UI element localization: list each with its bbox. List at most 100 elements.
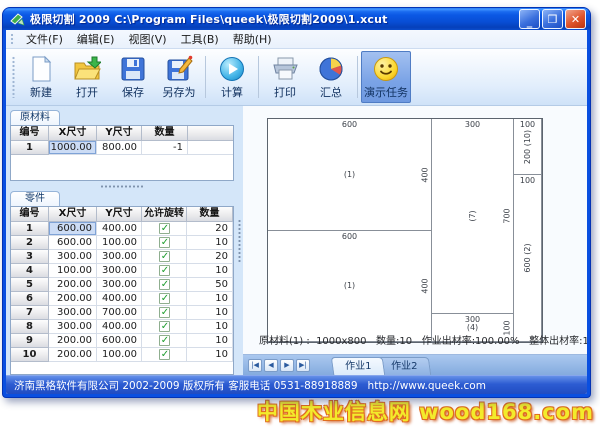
allow-rotate-checkbox[interactable] — [159, 307, 170, 318]
parts-row[interactable]: 9 200.00 600.00 10 — [11, 334, 233, 348]
quantity-cell[interactable]: 10 — [187, 306, 233, 320]
y-size-cell[interactable]: 400.00 — [97, 222, 142, 236]
row-number-cell[interactable]: 3 — [11, 250, 49, 264]
tab-parts[interactable]: 零件 — [10, 191, 60, 206]
allow-rotate-checkbox[interactable] — [159, 223, 170, 234]
tab-job1[interactable]: 作业1 — [331, 357, 386, 375]
column-header[interactable]: 数量 — [187, 207, 233, 222]
allow-rotate-checkbox[interactable] — [159, 279, 170, 290]
x-size-cell[interactable]: 200.00 — [49, 334, 97, 348]
y-size-cell[interactable]: 300.00 — [97, 278, 142, 292]
save-button[interactable]: 保存 — [110, 51, 156, 103]
materials-row[interactable]: 1 1000.00 800.00 -1 — [11, 141, 233, 155]
parts-row[interactable]: 5 200.00 300.00 50 — [11, 278, 233, 292]
toolbar-grip[interactable] — [11, 56, 16, 98]
x-size-cell[interactable]: 200.00 — [49, 278, 97, 292]
row-number-cell[interactable]: 6 — [11, 292, 49, 306]
column-header[interactable]: Y尺寸 — [97, 207, 142, 222]
row-number-cell[interactable]: 8 — [11, 320, 49, 334]
x-size-cell[interactable]: 300.00 — [49, 250, 97, 264]
vertical-splitter[interactable] — [236, 106, 243, 375]
y-size-cell[interactable]: 400.00 — [97, 320, 142, 334]
parts-row[interactable]: 6 200.00 400.00 10 — [11, 292, 233, 306]
x-size-cell[interactable]: 1000.00 — [49, 141, 97, 155]
x-size-cell[interactable]: 100.00 — [49, 264, 97, 278]
x-size-cell[interactable]: 300.00 — [49, 306, 97, 320]
column-header[interactable]: 允许旋转 — [142, 207, 187, 222]
parts-row[interactable]: 1 600.00 400.00 20 — [11, 222, 233, 236]
allow-rotate-checkbox[interactable] — [159, 237, 170, 248]
row-number-cell[interactable]: 5 — [11, 278, 49, 292]
tab-job2[interactable]: 作业2 — [377, 357, 432, 375]
tab-materials[interactable]: 原材料 — [10, 110, 60, 125]
column-header[interactable]: X尺寸 — [49, 126, 97, 141]
y-size-cell[interactable]: 300.00 — [97, 250, 142, 264]
y-size-cell[interactable]: 700.00 — [97, 306, 142, 320]
parts-row[interactable]: 10 200.00 100.00 10 — [11, 348, 233, 362]
x-size-cell[interactable]: 300.00 — [49, 320, 97, 334]
menubar-grip[interactable] — [10, 33, 15, 46]
menu-edit[interactable]: 编辑(E) — [70, 30, 122, 49]
row-number-cell[interactable]: 1 — [11, 222, 49, 236]
row-number-cell[interactable]: 1 — [11, 141, 49, 155]
y-size-cell[interactable]: 600.00 — [97, 334, 142, 348]
row-number-cell[interactable]: 10 — [11, 348, 49, 362]
allow-rotate-checkbox[interactable] — [159, 265, 170, 276]
menu-view[interactable]: 视图(V) — [121, 30, 173, 49]
allow-rotate-checkbox[interactable] — [159, 349, 170, 360]
allow-rotate-checkbox[interactable] — [159, 335, 170, 346]
x-size-cell[interactable]: 600.00 — [49, 222, 97, 236]
row-number-cell[interactable]: 9 — [11, 334, 49, 348]
menu-help[interactable]: 帮助(H) — [226, 30, 279, 49]
quantity-cell[interactable]: 10 — [187, 334, 233, 348]
demo-task-button[interactable]: 演示任务 — [361, 51, 411, 103]
quantity-cell[interactable]: 10 — [187, 348, 233, 362]
x-size-cell[interactable]: 200.00 — [49, 348, 97, 362]
save-as-button[interactable]: 另存为 — [156, 51, 202, 103]
calculate-button[interactable]: 计算 — [209, 51, 255, 103]
row-number-cell[interactable]: 4 — [11, 264, 49, 278]
allow-rotate-checkbox[interactable] — [159, 251, 170, 262]
row-number-cell[interactable]: 2 — [11, 236, 49, 250]
y-size-cell[interactable]: 100.00 — [97, 348, 142, 362]
quantity-cell[interactable]: 10 — [187, 236, 233, 250]
column-header[interactable]: X尺寸 — [49, 207, 97, 222]
y-size-cell[interactable]: 400.00 — [97, 292, 142, 306]
quantity-cell[interactable]: 10 — [187, 264, 233, 278]
allow-rotate-checkbox[interactable] — [159, 293, 170, 304]
titlebar[interactable]: 极限切割 2009 C:\Program Files\queek\极限切割200… — [3, 8, 590, 30]
prev-job-button[interactable]: ◀ — [264, 359, 278, 372]
close-button[interactable]: ✕ — [565, 9, 586, 29]
open-button[interactable]: 打开 — [64, 51, 110, 103]
column-header[interactable]: 数量 — [142, 126, 188, 141]
y-size-cell[interactable]: 100.00 — [97, 236, 142, 250]
quantity-cell[interactable]: 10 — [187, 292, 233, 306]
x-size-cell[interactable]: 200.00 — [49, 292, 97, 306]
cutting-diagram[interactable]: 600(1)400600(1)400300(7)700300(4)1001002… — [267, 118, 543, 343]
column-header[interactable]: Y尺寸 — [97, 126, 142, 141]
parts-row[interactable]: 3 300.00 300.00 20 — [11, 250, 233, 264]
parts-row[interactable]: 2 600.00 100.00 10 — [11, 236, 233, 250]
column-header[interactable]: 编号 — [11, 126, 49, 141]
y-size-cell[interactable]: 800.00 — [97, 141, 142, 155]
row-number-cell[interactable]: 7 — [11, 306, 49, 320]
column-header[interactable]: 编号 — [11, 207, 49, 222]
last-job-button[interactable]: ▶| — [296, 359, 310, 372]
quantity-cell[interactable]: 50 — [187, 278, 233, 292]
menu-tools[interactable]: 工具(B) — [174, 30, 226, 49]
y-size-cell[interactable]: 300.00 — [97, 264, 142, 278]
minimize-button[interactable]: _ — [519, 9, 540, 29]
print-button[interactable]: 打印 — [262, 51, 308, 103]
quantity-cell[interactable]: 10 — [187, 320, 233, 334]
menu-file[interactable]: 文件(F) — [19, 30, 70, 49]
horizontal-splitter[interactable] — [10, 181, 234, 191]
allow-rotate-checkbox[interactable] — [159, 321, 170, 332]
new-button[interactable]: 新建 — [18, 51, 64, 103]
x-size-cell[interactable]: 600.00 — [49, 236, 97, 250]
parts-row[interactable]: 4 100.00 300.00 10 — [11, 264, 233, 278]
maximize-button[interactable]: ❒ — [542, 9, 563, 29]
summary-button[interactable]: 汇总 — [308, 51, 354, 103]
quantity-cell[interactable]: -1 — [142, 141, 188, 155]
parts-row[interactable]: 7 300.00 700.00 10 — [11, 306, 233, 320]
quantity-cell[interactable]: 20 — [187, 250, 233, 264]
